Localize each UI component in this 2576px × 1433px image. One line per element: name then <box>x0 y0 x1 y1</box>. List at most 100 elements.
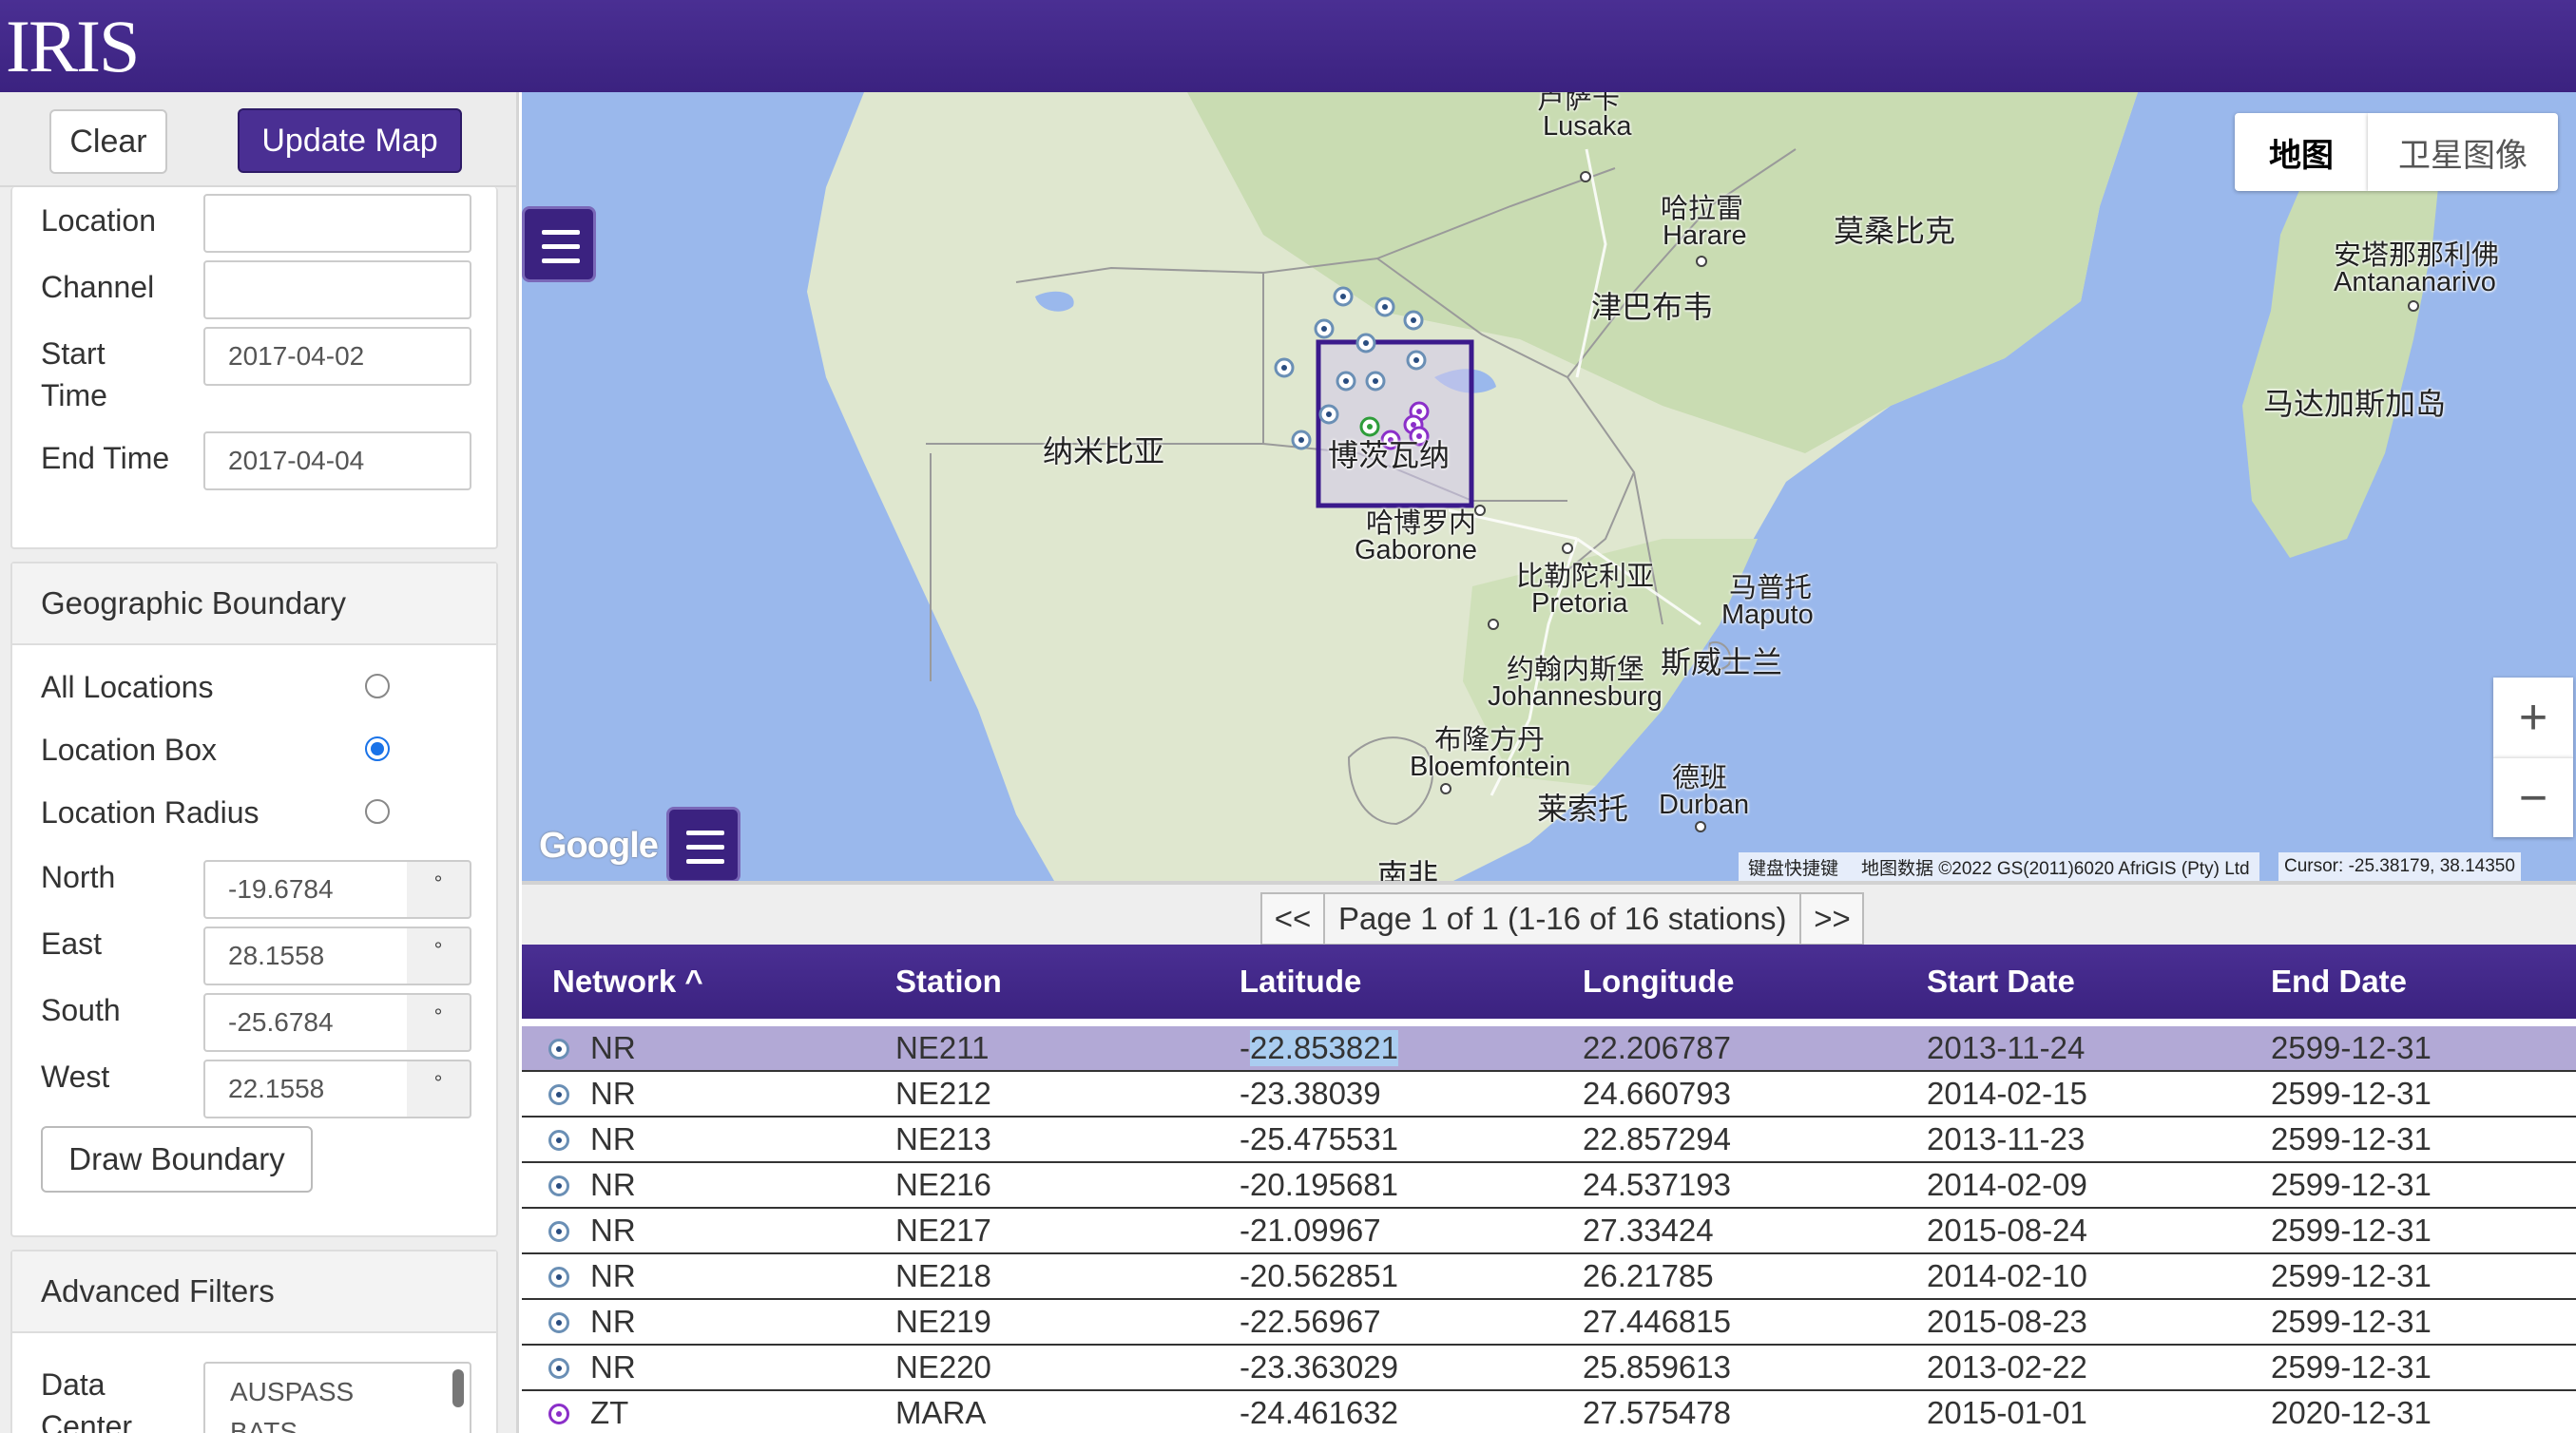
table-row[interactable]: NR NE217 -21.09967 27.33424 2015-08-24 2599-1… <box>522 1209 2576 1254</box>
iris-logo[interactable]: IRIS <box>6 6 140 87</box>
table-row[interactable]: NR NE216 -20.195681 24.537193 2014-02-09 2599… <box>522 1163 2576 1209</box>
option-location-box-radio[interactable] <box>365 736 390 761</box>
station-marker-icon <box>548 1267 569 1288</box>
cell-start-date: 2013-11-24 <box>1927 1030 2086 1065</box>
cell-longitude: 27.446815 <box>1583 1304 1731 1339</box>
option-all-locations-radio[interactable] <box>365 674 390 698</box>
cell-end-date: 2599-12-31 <box>2271 1167 2432 1202</box>
station-marker-icon <box>548 1404 569 1424</box>
map-label: Bloemfontein <box>1410 752 1571 782</box>
cell-longitude: 24.537193 <box>1583 1167 1731 1202</box>
cell-network: NR <box>590 1304 636 1339</box>
action-bar: Clear Update Map <box>0 92 516 187</box>
map-label: 博茨瓦纳 <box>1328 438 1451 472</box>
geographic-boundary-title[interactable]: Geographic Boundary <box>12 564 496 645</box>
next-page-button[interactable]: >> <box>1799 892 1865 946</box>
maptype-map-button[interactable]: 地图 <box>2235 113 2368 191</box>
map-label: 莱索托 <box>1537 792 1629 826</box>
cell-latitude: -23.363029 <box>1240 1349 1398 1385</box>
col-network-label: Network ^ <box>552 964 703 999</box>
geographic-boundary-card: Geographic Boundary All Locations Locati… <box>10 562 498 1237</box>
end-time-input[interactable]: 2017-04-04 <box>203 431 471 490</box>
south-label: South <box>41 993 121 1027</box>
east-input[interactable]: 28.1558 <box>203 927 409 985</box>
map-label: Lusaka <box>1543 111 1632 142</box>
east-label: East <box>41 927 103 961</box>
channel-input[interactable] <box>203 260 471 319</box>
scrollbar[interactable] <box>452 1369 464 1407</box>
pager: << Page 1 of 1 (1-16 of 16 stations) >> <box>1260 892 1865 946</box>
table-row[interactable]: NR NE212 -23.38039 24.660793 2014-02-15 2599-… <box>522 1072 2576 1118</box>
clear-button[interactable]: Clear <box>49 109 167 174</box>
cell-start-date: 2014-02-09 <box>1927 1167 2087 1202</box>
data-center-option[interactable]: BATS <box>230 1417 298 1433</box>
station-marker-icon <box>548 1175 569 1196</box>
station-map[interactable]: 卢萨卡 Lusaka 哈拉雷 Harare 莫桑比克 津巴布韦 安塔那那利佛 A… <box>522 92 2576 881</box>
data-center-option[interactable]: AUSPASS <box>230 1377 354 1407</box>
map-label: Harare <box>1663 220 1747 251</box>
table-row[interactable]: ZT MARA -24.461632 27.575478 2015-01-01 2020-… <box>522 1391 2576 1433</box>
station-marker-icon <box>548 1312 569 1333</box>
table-row[interactable]: NR NE211 -22.853821 22.206787 2013-11-24 2599… <box>522 1026 2576 1072</box>
advanced-filters-title[interactable]: Advanced Filters <box>12 1251 496 1333</box>
cell-start-date: 2014-02-10 <box>1927 1258 2087 1293</box>
page-info: Page 1 of 1 (1-16 of 16 stations) <box>1325 892 1800 946</box>
map-data-attribution: 地图数据 ©2022 GS(2011)6020 AfriGIS (Pty) Lt… <box>1861 858 2250 879</box>
north-input[interactable]: -19.6784 <box>203 860 409 919</box>
table-row[interactable]: NR NE218 -20.562851 26.21785 2014-02-10 2599-… <box>522 1254 2576 1300</box>
cell-end-date: 2020-12-31 <box>2271 1395 2432 1430</box>
cell-network: NR <box>590 1121 636 1156</box>
update-map-button[interactable]: Update Map <box>238 108 462 173</box>
option-all-locations-label: All Locations <box>41 670 214 704</box>
advanced-filters-card: Advanced Filters Data Center AUSPASS BAT… <box>10 1250 498 1433</box>
maptype-satellite-button[interactable]: 卫星图像 <box>2368 113 2558 191</box>
col-station[interactable]: Station <box>895 945 1002 1019</box>
table-row[interactable]: NR NE219 -22.56967 27.446815 2015-08-23 2599-… <box>522 1300 2576 1346</box>
keyboard-shortcuts-link[interactable]: 键盘快捷键 <box>1748 854 1838 880</box>
cell-latitude: -20.195681 <box>1240 1167 1398 1202</box>
col-start-date[interactable]: Start Date <box>1927 945 2075 1019</box>
cell-station: NE212 <box>895 1076 991 1111</box>
table-row[interactable]: NR NE220 -23.363029 25.859613 2013-02-22 2599… <box>522 1346 2576 1391</box>
cell-network: ZT <box>590 1395 629 1430</box>
cell-start-date: 2015-08-24 <box>1927 1213 2087 1248</box>
table-row[interactable]: NR NE213 -25.475531 22.857294 2013-11-23 2599… <box>522 1118 2576 1163</box>
map-label: Pretoria <box>1531 588 1628 619</box>
cell-station: NE216 <box>895 1167 991 1202</box>
layers-menu-button[interactable] <box>522 206 596 282</box>
east-unit: ° <box>407 927 471 985</box>
google-logo: Google <box>539 826 659 866</box>
cell-latitude: -23.38039 <box>1240 1076 1381 1111</box>
option-location-radius-radio[interactable] <box>365 799 390 824</box>
map-label: Johannesburg <box>1488 681 1663 712</box>
cell-start-date: 2015-01-01 <box>1927 1395 2087 1430</box>
col-latitude[interactable]: Latitude <box>1240 945 1361 1019</box>
cell-longitude: 26.21785 <box>1583 1258 1714 1293</box>
col-network[interactable]: Network ^ <box>552 945 703 1019</box>
south-input[interactable]: -25.6784 <box>203 993 409 1052</box>
west-unit: ° <box>407 1060 471 1118</box>
map-label: 莫桑比克 <box>1834 214 1956 248</box>
cell-network: NR <box>590 1213 636 1248</box>
col-end-date[interactable]: End Date <box>2271 945 2407 1019</box>
start-time-input[interactable]: 2017-04-02 <box>203 327 471 386</box>
cell-network: NR <box>590 1076 636 1111</box>
draw-boundary-button[interactable]: Draw Boundary <box>41 1126 313 1193</box>
cell-network: NR <box>590 1258 636 1293</box>
cell-end-date: 2599-12-31 <box>2271 1304 2432 1339</box>
cell-latitude: -25.475531 <box>1240 1121 1398 1156</box>
west-input[interactable]: 22.1558 <box>203 1060 409 1118</box>
zoom-in-button[interactable]: + <box>2493 678 2573 757</box>
cell-network: NR <box>590 1030 636 1065</box>
map-label: Gaborone <box>1355 535 1477 565</box>
start-time-label: Start Time <box>41 336 107 412</box>
legend-menu-button[interactable] <box>666 807 740 881</box>
zoom-out-button[interactable]: − <box>2493 757 2573 837</box>
location-input[interactable] <box>203 194 471 253</box>
data-center-select[interactable]: AUSPASS BATS <box>203 1362 471 1433</box>
prev-page-button[interactable]: << <box>1260 892 1325 946</box>
col-longitude[interactable]: Longitude <box>1583 945 1734 1019</box>
cell-station: NE220 <box>895 1349 991 1385</box>
cell-longitude: 24.660793 <box>1583 1076 1731 1111</box>
map-label: Durban <box>1659 790 1750 820</box>
